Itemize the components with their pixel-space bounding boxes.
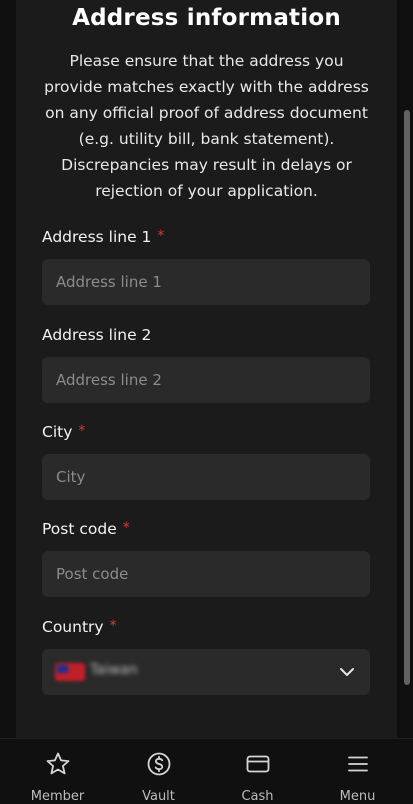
nav-tab-member[interactable]: Member xyxy=(6,739,109,804)
address-line-2-input[interactable] xyxy=(42,357,370,403)
required-marker: * xyxy=(78,423,86,439)
address-line-1-label-text: Address line 1 xyxy=(42,228,152,246)
nav-tab-menu[interactable]: Menu xyxy=(306,739,409,804)
required-marker: * xyxy=(157,228,165,244)
nav-tab-cash-label: Cash xyxy=(241,789,274,804)
address-line-2-label-text: Address line 2 xyxy=(42,326,152,344)
country-label-text: Country xyxy=(42,618,104,636)
country-selected-value: Taiwan xyxy=(90,662,138,678)
nav-tab-cash[interactable]: Cash xyxy=(206,739,309,804)
post-code-input[interactable] xyxy=(42,551,370,597)
nav-tab-member-label: Member xyxy=(30,789,85,804)
required-marker: * xyxy=(122,520,130,536)
scrollbar[interactable] xyxy=(404,110,410,685)
address-line-2-label: Address line 2 xyxy=(42,326,151,344)
hamburger-menu-icon xyxy=(348,756,368,772)
address-line-1-label: Address line 1 * xyxy=(42,228,164,246)
address-instructions: Please ensure that the address you provi… xyxy=(44,52,369,200)
country-flag-icon xyxy=(55,663,85,681)
country-label: Country * xyxy=(42,618,117,636)
card-icon xyxy=(246,755,270,773)
chevron-down-icon xyxy=(340,668,354,676)
city-label: City * xyxy=(42,423,85,441)
dollar-circle-icon xyxy=(147,752,171,776)
country-select[interactable]: Taiwan xyxy=(42,649,370,695)
nav-tab-vault-label: Vault xyxy=(142,789,175,804)
address-line-1-input[interactable] xyxy=(42,259,370,305)
page-title: Address information xyxy=(72,5,341,31)
address-form-page: Address information Please ensure that t… xyxy=(0,0,413,800)
bottom-navigation: Member Vault Cash Menu xyxy=(0,738,413,804)
star-icon xyxy=(46,752,70,775)
post-code-label-text: Post code xyxy=(42,520,117,538)
nav-tab-vault[interactable]: Vault xyxy=(107,739,210,804)
post-code-label: Post code * xyxy=(42,520,130,538)
city-label-text: City xyxy=(42,423,73,441)
required-marker: * xyxy=(109,618,117,634)
nav-tab-menu-label: Menu xyxy=(339,789,376,804)
city-input[interactable] xyxy=(42,454,370,500)
